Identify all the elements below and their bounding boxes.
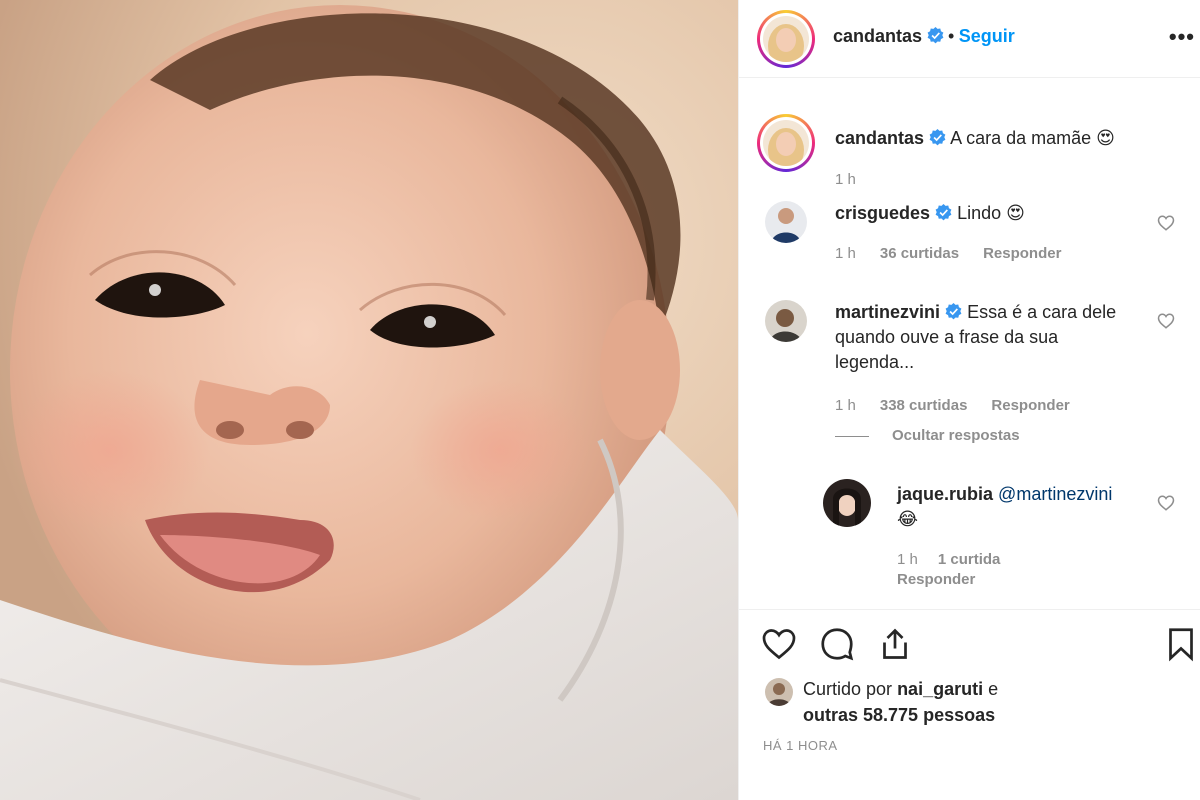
heart-icon[interactable] [1157,312,1175,330]
comment-meta: 1 h 36 curtidas Responder [835,245,1085,262]
author-avatar[interactable] [757,10,815,68]
reply-text: 😂 [897,509,919,529]
reply-time: 1 h [897,551,918,568]
caption-username[interactable]: candantas [835,128,924,148]
post-header: candantas • Seguir ••• [739,0,1200,78]
comment-body: martinezvini Essa é a cara dele quando o… [835,300,1145,375]
reply-likes[interactable]: 1 curtida [938,551,1001,568]
caption-avatar[interactable] [757,114,815,172]
header-username[interactable]: candantas [833,26,922,46]
reply-button[interactable]: Responder [983,245,1061,262]
commenter-avatar-image [765,300,807,342]
heart-icon[interactable] [761,626,797,662]
author-avatar-image [763,16,809,62]
post-photo[interactable] [0,0,738,800]
verified-icon [927,27,943,44]
liked-by: Curtido por nai_garuti e outras 58.775 p… [803,676,1183,728]
comment-username[interactable]: martinezvini [835,302,940,322]
baby-photo-illustration [0,0,738,800]
liked-by-prefix: Curtido por [803,679,893,699]
comment-time: 1 h [835,397,856,414]
caption-text: A cara da mamãe 😍 [950,128,1115,148]
caption: candantas A cara da mamãe 😍 [835,126,1115,151]
post-sidebar: candantas • Seguir ••• candantas A cara … [738,0,1200,800]
comment-body: crisguedes Lindo 😍 [835,201,1025,226]
follow-button[interactable]: Seguir [959,26,1015,46]
comment-text-line3: legenda... [835,352,915,372]
reply-avatar[interactable] [823,479,871,527]
reply-button[interactable]: Responder [897,571,975,588]
comment-text: Lindo 😍 [957,203,1025,223]
commenter-avatar[interactable] [765,300,807,342]
heart-icon[interactable] [1157,494,1175,512]
comment-time: 1 h [835,245,856,262]
comment-text-line2: quando ouve a frase da sua [835,327,1059,347]
heart-icon[interactable] [1157,214,1175,232]
comment-likes[interactable]: 36 curtidas [880,245,959,262]
caption-avatar-image [763,120,809,166]
share-icon[interactable] [877,626,913,662]
verified-icon [929,129,946,146]
hide-replies-button[interactable]: Ocultar respostas [892,427,1020,444]
action-bar: Curtido por nai_garuti e outras 58.775 p… [739,609,1200,800]
liked-by-and: e [988,679,999,699]
commenter-avatar-image [765,201,807,243]
reply-mention[interactable]: @martinezvini [998,484,1112,504]
reply-avatar-image [823,479,871,527]
comment-likes[interactable]: 338 curtidas [880,397,968,414]
replies-divider [835,436,869,437]
reply-button[interactable]: Responder [991,397,1069,414]
post-timestamp: HÁ 1 HORA [763,738,838,753]
comment-meta: 1 h 338 curtidas Responder [835,397,1094,414]
reply-body: jaque.rubia @martinezvini 😂 [897,482,1147,532]
comment-text-line1: Essa é a cara dele [967,302,1117,322]
liker-avatar[interactable] [765,678,793,706]
verified-icon [945,303,962,320]
bookmark-icon[interactable] [1163,626,1199,662]
separator-dot: • [947,26,955,46]
more-icon[interactable]: ••• [1169,24,1195,50]
liked-by-user[interactable]: nai_garuti [897,679,983,699]
reply-meta: 1 h 1 curtida [897,551,1024,568]
liker-avatar-image [765,678,793,706]
comment-username[interactable]: crisguedes [835,203,930,223]
liked-by-others[interactable]: outras 58.775 pessoas [803,705,995,725]
comments-section: candantas A cara da mamãe 😍 1 h crisgued… [739,79,1200,609]
verified-icon [935,204,952,221]
reply-username[interactable]: jaque.rubia [897,484,993,504]
caption-time: 1 h [835,171,856,188]
comment-icon[interactable] [819,626,855,662]
commenter-avatar[interactable] [765,201,807,243]
